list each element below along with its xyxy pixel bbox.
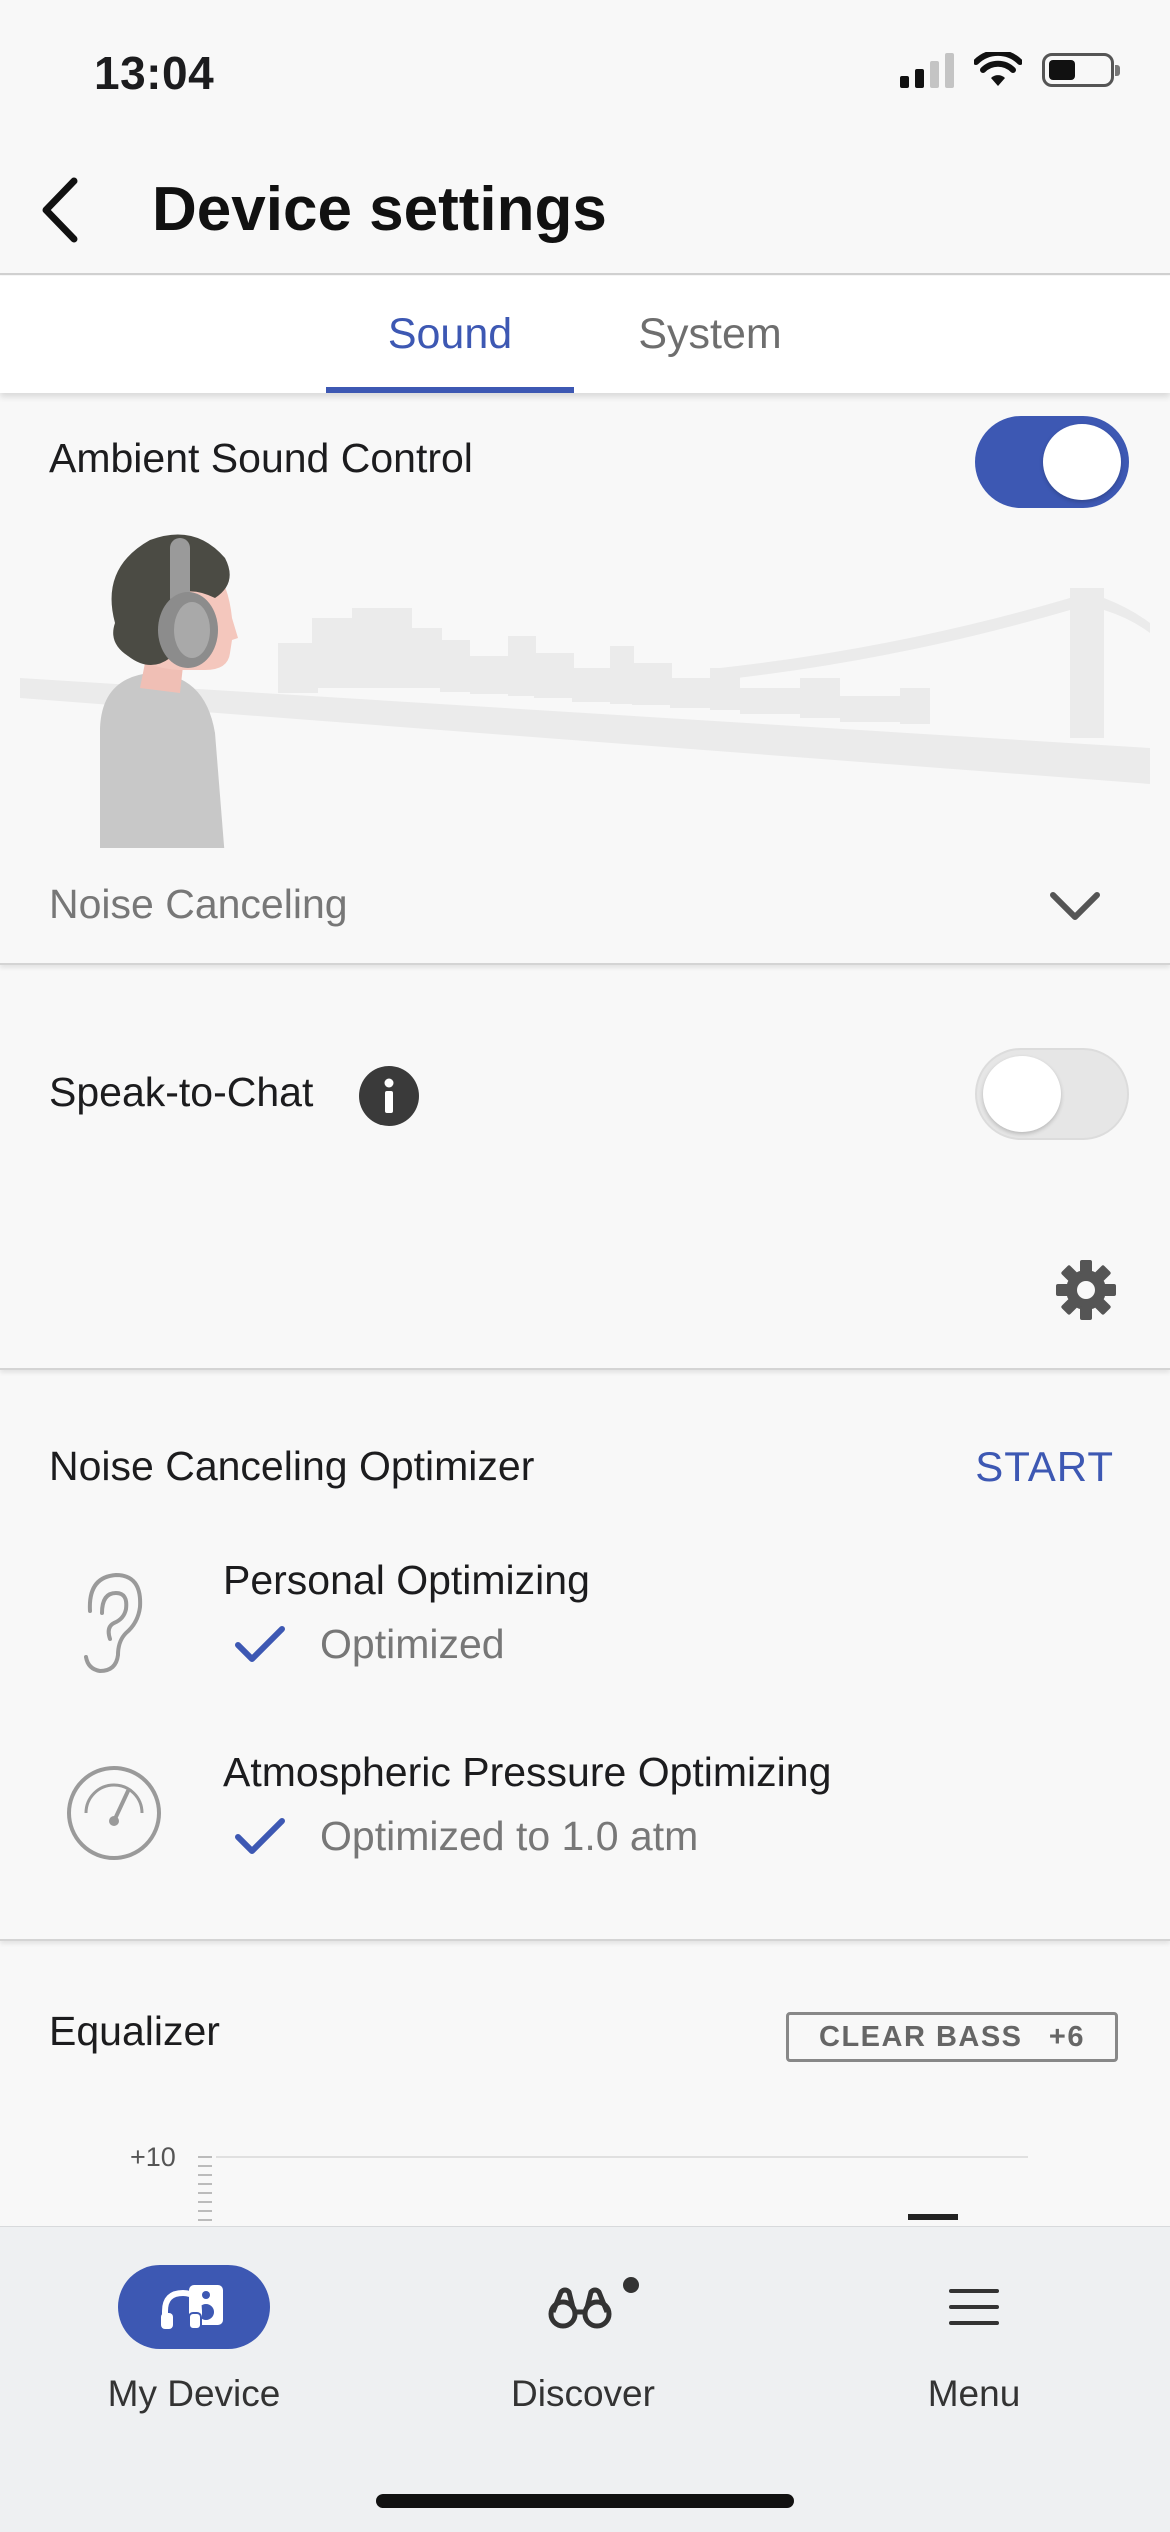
checkmark-icon [235, 1817, 285, 1854]
speak-to-chat-toggle[interactable] [975, 1048, 1129, 1140]
optimizer-item-title: Atmospheric Pressure Optimizing [223, 1749, 832, 1795]
tab-system-label: System [638, 310, 782, 358]
optimizer-item-status-row: Optimized to 1.0 atm [234, 1813, 698, 1860]
pressure-gauge-icon [67, 1766, 161, 1860]
binoculars-icon [548, 2287, 612, 2329]
ambient-sound-toggle[interactable] [975, 416, 1129, 508]
speak-to-chat-card: Speak-to-Chat [0, 986, 1170, 1370]
optimizer-item-status: Optimized [320, 1621, 505, 1667]
tab-active-indicator [326, 387, 574, 393]
tab-system[interactable]: System [586, 276, 834, 393]
wifi-icon [974, 52, 1022, 86]
optimizer-item-status-row: Optimized [234, 1621, 505, 1668]
bottom-navigation: My Device Discover Menu [0, 2226, 1170, 2532]
equalizer-card: Equalizer CLEAR BASS +6 +10 [0, 1964, 1170, 2264]
tab-sound-label: Sound [387, 310, 513, 358]
speak-to-chat-label: Speak-to-Chat [49, 1069, 314, 1115]
gear-icon [1056, 1260, 1116, 1320]
nav-menu[interactable]: Menu [844, 2265, 1104, 2415]
nav-label: Menu [927, 2373, 1021, 2414]
optimizer-title: Noise Canceling Optimizer [49, 1443, 535, 1489]
tab-bar: Sound System [0, 276, 1170, 393]
headphones-speaker-icon [161, 2285, 223, 2330]
app-header: Device settings [0, 150, 1170, 275]
ear-icon [84, 1572, 143, 1674]
equalizer-band-handle[interactable] [908, 2214, 958, 2220]
nav-icon-box [547, 2265, 639, 2349]
home-indicator [376, 2494, 794, 2508]
equalizer-preset-name: CLEAR BASS [819, 2020, 1023, 2053]
cellular-signal-icon [900, 52, 954, 88]
nav-icon-box [947, 2265, 1001, 2349]
info-glyph [384, 1078, 394, 1113]
nav-label: Discover [511, 2373, 655, 2414]
ambient-mode-label: Noise Canceling [49, 881, 348, 927]
ambient-sound-label: Ambient Sound Control [49, 435, 473, 481]
equalizer-preset-button[interactable]: CLEAR BASS +6 [786, 2012, 1118, 2062]
status-icons [900, 52, 1120, 88]
nav-my-device[interactable]: My Device [64, 2265, 324, 2415]
nav-discover[interactable]: Discover [453, 2265, 713, 2415]
notification-dot [623, 2277, 639, 2293]
equalizer-title: Equalizer [49, 2008, 220, 2054]
equalizer-scale-top: +10 [130, 2142, 176, 2172]
toggle-knob [983, 1056, 1061, 1132]
toggle-knob [1043, 424, 1121, 500]
equalizer-preset-value: +6 [1048, 2020, 1085, 2053]
optimizer-start-button[interactable]: START [975, 1443, 1114, 1491]
hamburger-menu-icon [949, 2289, 999, 2325]
equalizer-grid-line [216, 2156, 1028, 2158]
page-title: Device settings [152, 175, 607, 244]
status-time: 13:04 [94, 47, 215, 99]
ambient-sound-card: Ambient Sound Control Noise Canceling [0, 393, 1170, 965]
speak-to-chat-settings-button[interactable] [1048, 1252, 1124, 1328]
status-bar: 13:04 [0, 0, 1170, 150]
chevron-left-icon [42, 177, 78, 243]
battery-icon [1042, 53, 1120, 87]
noise-canceling-illustration [20, 534, 1150, 848]
nav-label: My Device [107, 2373, 281, 2414]
chevron-down-icon [1050, 892, 1100, 920]
tab-sound[interactable]: Sound [326, 276, 574, 393]
info-icon[interactable] [359, 1066, 419, 1126]
nav-active-indicator [118, 2265, 270, 2349]
equalizer-scale-ticks [198, 2156, 212, 2236]
back-button[interactable] [20, 170, 100, 250]
optimizer-item-title: Personal Optimizing [223, 1557, 590, 1603]
ambient-mode-expand-button[interactable] [1030, 871, 1120, 941]
checkmark-icon [235, 1625, 285, 1662]
optimizer-card: Noise Canceling Optimizer START Personal… [0, 1393, 1170, 1941]
optimizer-item-status: Optimized to 1.0 atm [320, 1813, 699, 1859]
